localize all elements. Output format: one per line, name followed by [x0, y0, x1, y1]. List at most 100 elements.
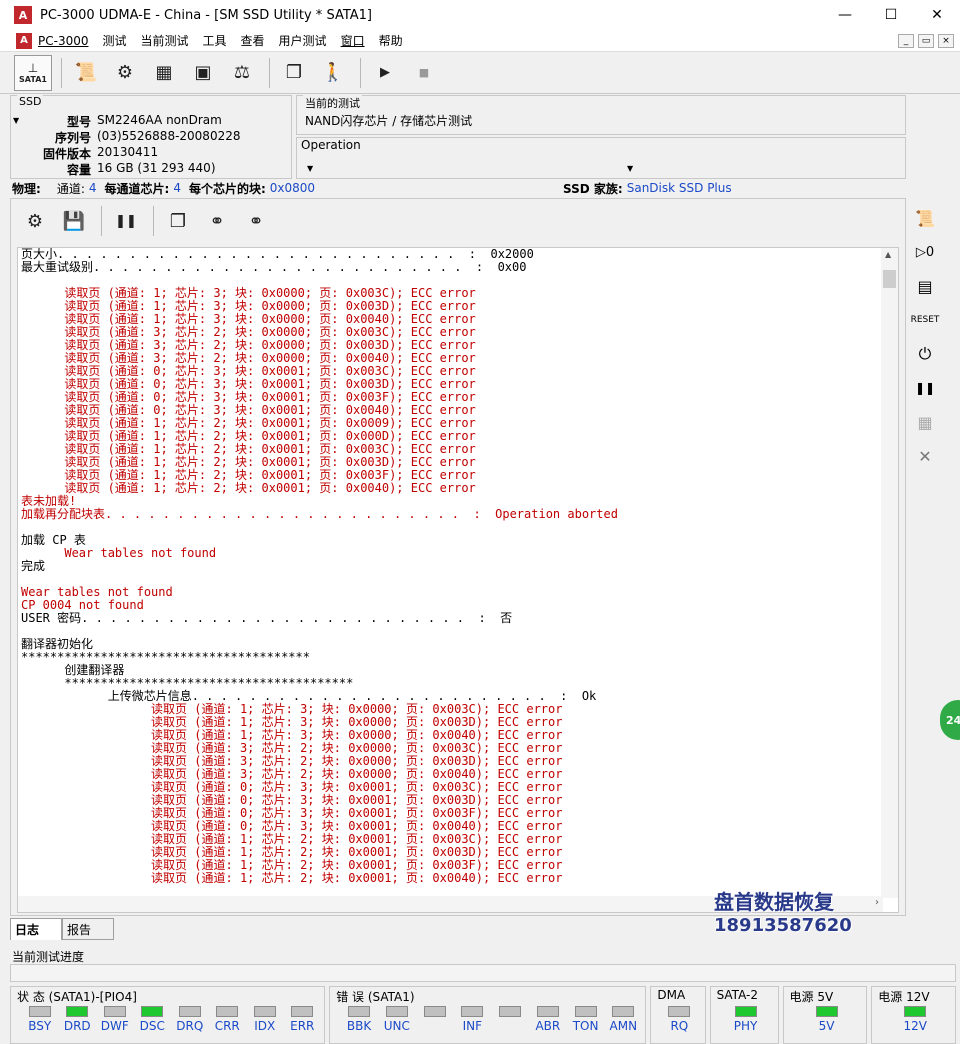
menu-pc3000[interactable]: PC-3000 [38, 34, 88, 48]
play-button[interactable]: ▶ [367, 56, 403, 90]
scroll-up-icon[interactable]: ▲ [885, 250, 891, 259]
chips-value: 4 [173, 181, 181, 195]
gear-chip-icon: ⚙ [116, 62, 134, 83]
status-led [536, 1006, 559, 1017]
status-led [461, 1006, 484, 1017]
log-line: 读取页 (通道: 1; 芯片: 2; 块: 0x0001; 页: 0x0040)… [21, 871, 563, 885]
tab-log[interactable]: 日志 [10, 918, 62, 940]
script-icon: 📜 [915, 208, 935, 228]
rt-power-button[interactable]: ⏻ [911, 340, 939, 368]
menu-bar: A PC-3000 测试 当前测试 工具 查看 用户测试 窗口 帮助 _ ▭ × [0, 30, 960, 52]
menu-help[interactable]: 帮助 [379, 32, 403, 49]
log-line: 完成 [21, 559, 46, 573]
gear-icon: ⚙ [26, 210, 44, 232]
chips-icon: ▦ [155, 62, 173, 83]
binoculars-icon: ⚭ [209, 210, 225, 232]
rt-tools-button[interactable]: ✕ [911, 442, 939, 470]
status-led-label: AMN [609, 1019, 638, 1033]
walk-button[interactable]: 🚶 [315, 56, 351, 90]
copy-icon: ❐ [285, 62, 303, 83]
rt-pause-button[interactable]: ❚❚ [911, 374, 939, 402]
log-toolbar-separator [153, 206, 154, 236]
status-group: 电源 12V 12V [871, 986, 956, 1044]
operation-dropdown-left-arrow-icon[interactable]: ▼ [307, 164, 313, 173]
log-line: 读取页 (通道: 1; 芯片: 2; 块: 0x0001; 页: 0x0040)… [21, 481, 476, 495]
log-copy-button[interactable]: ❐ [160, 204, 196, 238]
blocks-value: 0x0800 [269, 181, 316, 195]
status-led [216, 1006, 239, 1017]
power-switch-icon: ⏻ [918, 344, 932, 363]
copy-icon: ❐ [169, 210, 187, 232]
log-panel: ⚙ 💾 ❚❚ ❐ ⚭ ⚭ 页大小. . . . . . . . . . . . … [10, 198, 906, 916]
current-test-panel: 当前的测试 NAND闪存芯片 / 存储芯片测试 [296, 95, 906, 135]
current-test-value: NAND闪存芯片 / 存储芯片测试 [305, 114, 473, 128]
script-button[interactable]: 📜 [68, 56, 104, 90]
ssd-capacity-value: 16 GB (31 293 440) [97, 161, 216, 175]
mdi-close-button[interactable]: × [938, 34, 954, 48]
log-find-button[interactable]: ⚭ [199, 204, 235, 238]
rt-memory-button[interactable]: ▦ [911, 408, 939, 436]
window-title: PC-3000 UDMA-E - China - [SM SSD Utility… [40, 7, 372, 23]
rt-zero-button[interactable]: ▷0 [911, 238, 939, 266]
ssd-family-label: SSD 家族: [563, 181, 623, 196]
mdi-app-icon[interactable]: A [16, 32, 32, 49]
tab-report[interactable]: 报告 [62, 918, 114, 940]
log-pause-button[interactable]: ❚❚ [108, 204, 144, 238]
log-find-next-button[interactable]: ⚭ [238, 204, 274, 238]
log-line: 最大重试级别. . . . . . . . . . . . . . . . . … [21, 260, 527, 274]
close-button[interactable]: ✕ [914, 0, 960, 30]
settings-button[interactable]: ⚙ [107, 56, 143, 90]
status-led-label: 5V [818, 1019, 835, 1033]
log-vertical-scrollbar[interactable]: ▲ [881, 248, 898, 898]
rt-chip-button[interactable]: ▤ [911, 272, 939, 300]
reset-icon: RESET [910, 315, 940, 325]
app-icon[interactable]: A [14, 6, 32, 24]
physical-info-bar: 物理: 通道: 4 每通道芯片: 4 每个芯片的块: 0x0800 SSD 家族… [10, 180, 906, 196]
scale-button[interactable]: ⚖ [224, 56, 260, 90]
status-led-label: DRQ [176, 1019, 204, 1033]
side-badge[interactable]: 24 [940, 700, 960, 740]
pause-icon: ❚❚ [914, 381, 936, 395]
log-settings-button[interactable]: ⚙ [17, 204, 53, 238]
mdi-minimize-button[interactable]: _ [898, 34, 914, 48]
scroll-right-icon[interactable]: › [875, 897, 879, 908]
ssd-model-value: SM2246AA nonDram [97, 113, 222, 127]
stop-button[interactable]: ■ [406, 56, 442, 90]
status-group: SATA-2 PHY [709, 986, 779, 1044]
log-scroll-thumb[interactable] [883, 270, 896, 288]
ssd-serial-value: (03)5526888-20080228 [97, 129, 241, 143]
log-output[interactable]: 页大小. . . . . . . . . . . . . . . . . . .… [17, 247, 899, 913]
board-button[interactable]: ▣ [185, 56, 221, 90]
status-led [28, 1006, 51, 1017]
status-led-label: IDX [254, 1019, 276, 1033]
log-save-button[interactable]: 💾 [56, 204, 92, 238]
log-line: 加载再分配块表. . . . . . . . . . . . . . . . .… [21, 507, 618, 521]
menu-view[interactable]: 查看 [241, 32, 265, 49]
status-group: 错 误 (SATA1) BBK UNC INF ABR TON AMN [329, 986, 647, 1044]
mdi-restore-button[interactable]: ▭ [918, 34, 934, 48]
ssd-info-panel: SSD ▼ 型号 SM2246AA nonDram 序列号 (03)5526888-… [10, 95, 292, 179]
status-led [385, 1006, 408, 1017]
copy-button[interactable]: ❐ [276, 56, 312, 90]
status-led-label: ABR [535, 1019, 561, 1033]
status-group-title: 电源 5V [789, 990, 834, 1004]
menu-current-test[interactable]: 当前测试 [141, 32, 189, 49]
operation-dropdown-arrow-icon[interactable]: ▼ [627, 164, 633, 173]
status-led [423, 1006, 446, 1017]
title-bar: A PC-3000 UDMA-E - China - [SM SSD Utili… [0, 0, 960, 30]
sata-port-button[interactable]: ⊥ SATA1 [14, 54, 52, 91]
chip-icon: ▤ [917, 276, 933, 296]
menu-tools[interactable]: 工具 [203, 32, 227, 49]
minimize-button[interactable]: — [822, 0, 868, 30]
save-icon: 💾 [62, 210, 86, 232]
maximize-button[interactable]: ☐ [868, 0, 914, 30]
menu-user-test[interactable]: 用户测试 [279, 32, 327, 49]
rt-script-button[interactable]: 📜 [911, 204, 939, 232]
menu-test[interactable]: 测试 [102, 32, 126, 49]
rt-reset-button[interactable]: RESET [910, 306, 940, 334]
menu-window[interactable]: 窗口 [341, 32, 365, 49]
ssd-capacity-row: 容量 16 GB (31 293 440) [11, 161, 293, 177]
bottom-tabs: 日志 报告 [10, 918, 114, 940]
chips-button[interactable]: ▦ [146, 56, 182, 90]
